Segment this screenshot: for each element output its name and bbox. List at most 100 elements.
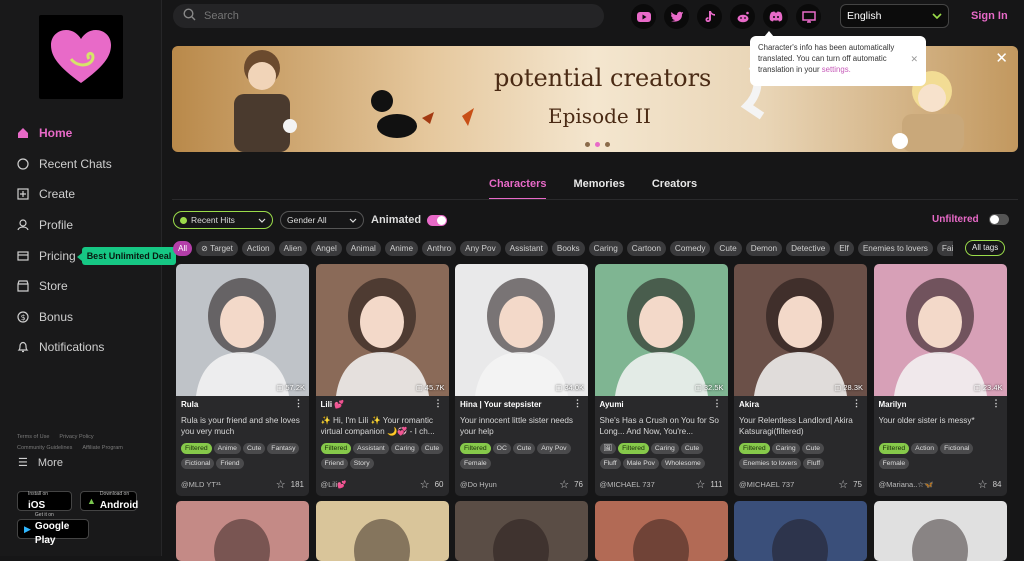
character-card[interactable]	[873, 501, 1007, 561]
card-tag[interactable]: Friend	[216, 458, 244, 469]
author-name[interactable]: @Do Hyun	[460, 480, 497, 489]
search-input[interactable]	[204, 10, 584, 22]
more-button[interactable]: ☰ More	[18, 456, 63, 470]
favorite-button[interactable]: ☆ 60	[420, 478, 444, 491]
tag-angel[interactable]: Angel	[310, 241, 342, 256]
character-image[interactable]	[176, 501, 309, 561]
character-card[interactable]	[594, 501, 728, 561]
card-tag[interactable]: Female	[878, 458, 910, 469]
language-select[interactable]: English	[840, 4, 949, 28]
all-tags-button[interactable]: All tags	[965, 240, 1006, 256]
close-icon[interactable]: ✕	[910, 54, 918, 65]
card-tag[interactable]: Action	[911, 443, 939, 454]
card-tag[interactable]: Anime	[213, 443, 241, 454]
card-tag[interactable]: Filtered	[460, 443, 491, 454]
author-name[interactable]: @MICHAEL 737	[739, 480, 794, 489]
card-tag[interactable]: OC	[492, 443, 511, 454]
character-image[interactable]	[176, 264, 309, 396]
character-image[interactable]	[316, 501, 449, 561]
character-card[interactable]: ▢ 34.0K Hina | Your stepsister ⋮ Your in…	[455, 264, 588, 496]
reddit-icon[interactable]	[730, 4, 755, 29]
ios-store-button[interactable]: Install on iOS	[17, 491, 72, 511]
animated-toggle[interactable]	[427, 214, 448, 226]
card-tag[interactable]: Filtered	[739, 443, 770, 454]
card-tag[interactable]: Filtered	[618, 443, 649, 454]
author-name[interactable]: @MLD YT³¹	[181, 480, 221, 489]
card-tag[interactable]: Wholesome	[660, 458, 705, 469]
twitter-icon[interactable]	[664, 4, 689, 29]
tag-cartoon[interactable]: Cartoon	[626, 241, 666, 256]
character-card[interactable]: ▢ 28.3K Akira ⋮ Your Relentless Landlord…	[734, 264, 867, 496]
android-store-button[interactable]: ▲ Download on Android	[80, 491, 138, 511]
favorite-button[interactable]: ☆ 75	[838, 478, 862, 491]
card-tag[interactable]: Fantasy	[267, 443, 300, 454]
character-card[interactable]	[455, 501, 588, 561]
tag-elf[interactable]: Elf	[834, 241, 854, 256]
sign-in-button[interactable]: Sign In	[971, 10, 1008, 22]
monitor-icon[interactable]	[796, 4, 821, 29]
card-tag[interactable]: Fluff	[599, 458, 621, 469]
character-card[interactable]: ▢ 57.2K Rula ⋮ Rula is your friend and s…	[176, 264, 309, 496]
character-image[interactable]	[455, 264, 588, 396]
tag-comedy[interactable]: Comedy	[669, 241, 711, 256]
card-tag[interactable]: Fictional	[181, 458, 215, 469]
card-tag[interactable]: Cute	[801, 443, 825, 454]
character-image[interactable]	[734, 501, 867, 561]
tag-demon[interactable]: Demon	[745, 241, 783, 256]
card-tag[interactable]: Friend	[320, 458, 348, 469]
sidebar-item-create[interactable]: Create	[17, 179, 176, 210]
character-image[interactable]	[734, 264, 867, 396]
tab-characters[interactable]: Characters	[489, 178, 547, 200]
card-tag[interactable]: Filtered	[181, 443, 212, 454]
tag-books[interactable]: Books	[551, 241, 585, 256]
app-logo[interactable]	[39, 15, 123, 99]
tag-target[interactable]: ⊘ Target	[196, 241, 238, 256]
card-tag[interactable]: Cute	[680, 443, 704, 454]
gender-dropdown[interactable]: Gender All	[280, 211, 364, 229]
character-card[interactable]	[734, 501, 867, 561]
author-name[interactable]: @MICHAEL 737	[600, 480, 655, 489]
author-name[interactable]: @Lili💕	[321, 480, 347, 489]
tag-any-pov[interactable]: Any Pov	[460, 241, 501, 256]
card-tag[interactable]: Fluff	[803, 458, 825, 469]
card-tag[interactable]: Cute	[242, 443, 266, 454]
card-tag[interactable]: Female	[460, 458, 491, 469]
author-name[interactable]: @Mariana..☆🦋	[879, 480, 934, 489]
tag-enemies-to-lovers[interactable]: Enemies to lovers	[857, 241, 933, 256]
character-image[interactable]	[594, 264, 728, 396]
sidebar-item-home[interactable]: Home	[17, 118, 176, 149]
carousel-dot[interactable]	[585, 142, 590, 147]
discord-icon[interactable]	[763, 4, 788, 29]
character-image[interactable]	[873, 264, 1007, 396]
more-options-icon[interactable]: ⋮	[434, 398, 443, 409]
recent-hits-dropdown[interactable]: Recent Hits	[173, 211, 273, 229]
sidebar-item-pricing[interactable]: Pricing Best Unlimited Deal	[17, 240, 177, 271]
sidebar-item-store[interactable]: Store	[17, 271, 176, 302]
more-options-icon[interactable]: ⋮	[992, 398, 1001, 409]
tab-creators[interactable]: Creators	[652, 178, 697, 200]
tag-cute[interactable]: Cute	[714, 241, 742, 256]
tag-alien[interactable]: Alien	[278, 241, 307, 256]
character-card[interactable]: ▢ 23.4K Marilyn ⋮ Your older sister is m…	[873, 264, 1007, 496]
tag-assistant[interactable]: Assistant	[504, 241, 548, 256]
sidebar-item-recent-chats[interactable]: Recent Chats	[17, 149, 176, 180]
favorite-button[interactable]: ☆ 84	[978, 478, 1002, 491]
animated-filter[interactable]: Animated	[371, 214, 448, 226]
card-tag[interactable]: Enemies to lovers	[739, 458, 802, 469]
carousel-dot[interactable]	[605, 142, 610, 147]
character-image[interactable]	[315, 264, 449, 396]
youtube-icon[interactable]	[631, 4, 656, 29]
unfiltered-filter[interactable]: Unfiltered	[932, 214, 1009, 225]
character-card[interactable]: ▢ 32.5K Ayumi ⋮ She's Has a Crush on You…	[594, 264, 728, 496]
card-tag[interactable]: Any Pov	[537, 443, 571, 454]
tag-animal[interactable]: Animal	[345, 241, 381, 256]
tab-memories[interactable]: Memories	[573, 178, 624, 200]
tag-fairytale[interactable]: Fairytale	[936, 241, 953, 256]
tiktok-icon[interactable]	[697, 4, 722, 29]
card-tag[interactable]: Caring	[390, 443, 419, 454]
character-image[interactable]	[595, 501, 728, 561]
character-name[interactable]: Hina | Your stepsister	[460, 400, 542, 409]
favorite-button[interactable]: ☆ 76	[559, 478, 583, 491]
sidebar-item-profile[interactable]: Profile	[17, 210, 176, 241]
tag-anthro[interactable]: Anthro	[422, 241, 457, 256]
